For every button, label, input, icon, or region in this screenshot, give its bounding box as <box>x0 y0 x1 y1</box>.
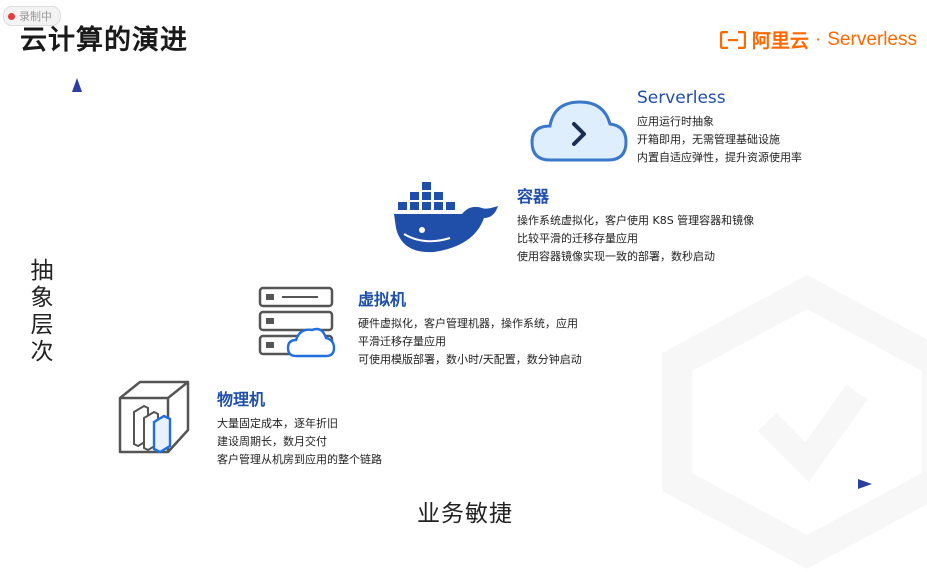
stage-container: 容器 操作系统虚拟化，客户使用 K8S 管理容器和镜像 比较平滑的迁移存量应用 … <box>517 183 754 266</box>
x-axis-label: 业务敏捷 <box>417 501 513 527</box>
cloud-code-icon <box>530 100 628 162</box>
stage-desc-line: 操作系统虚拟化，客户使用 K8S 管理容器和镜像 <box>517 214 755 227</box>
y-axis-label: 抽象层次 <box>30 258 54 365</box>
stage-desc-line: 开箱即用，无需管理基础设施 <box>637 133 780 146</box>
stage-desc-line: 比较平滑的迁移存量应用 <box>517 232 638 245</box>
x-axis-arrow-icon <box>858 479 872 489</box>
stage-title: 虚拟机 <box>358 290 407 309</box>
docker-whale-icon <box>394 182 498 253</box>
stage-title: 物理机 <box>217 390 266 409</box>
stage-physical: 物理机 大量固定成本，逐年折旧 建设周期长，数月交付 客户管理从机房到应用的整个… <box>217 386 382 469</box>
stage-desc-line: 客户管理从机房到应用的整个链路 <box>217 453 382 466</box>
stage-desc-line: 内置自适应弹性，提升资源使用率 <box>637 151 802 164</box>
stage-title: 容器 <box>517 187 550 206</box>
stage-desc-line: 平滑迁移存量应用 <box>358 335 446 348</box>
stage-desc-line: 大量固定成本，逐年折旧 <box>217 417 338 430</box>
stage-desc-line: 硬件虚拟化，客户管理机器，操作系统，应用 <box>358 317 578 330</box>
stage-desc-line: 使用容器镜像实现一致的部署，数秒启动 <box>517 250 715 263</box>
stage-vm: 虚拟机 硬件虚拟化，客户管理机器，操作系统，应用 平滑迁移存量应用 可使用模版部… <box>358 286 582 369</box>
stage-desc-line: 应用运行时抽象 <box>637 115 714 128</box>
stage-desc-line: 可使用模版部署，数小时/天配置，数分钟启动 <box>358 353 582 366</box>
server-cloud-icon <box>258 286 336 358</box>
stage-serverless: Serverless 应用运行时抽象 开箱即用，无需管理基础设施 内置自适应弹性… <box>637 88 802 167</box>
y-axis-arrow-icon <box>72 78 82 92</box>
server-rack-icon <box>118 380 190 454</box>
stage-title: Serverless <box>637 88 726 108</box>
stage-desc-line: 建设周期长，数月交付 <box>217 435 327 448</box>
